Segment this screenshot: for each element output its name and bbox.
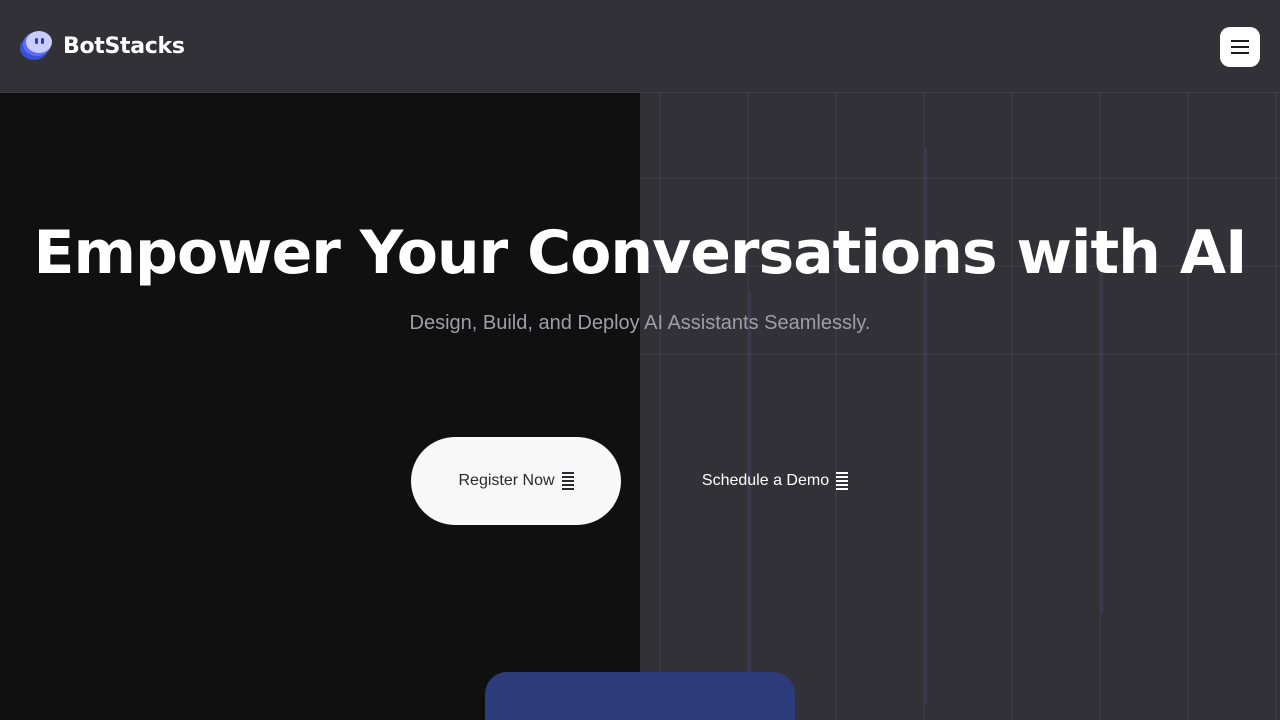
hero-subtitle: Design, Build, and Deploy AI Assistants … [409,312,871,334]
brand-name: BotStacks [63,33,185,59]
register-now-button[interactable]: Register Now [411,437,621,525]
register-now-label: Register Now [458,472,555,489]
hero-grid-background [640,93,1280,720]
brand-logo[interactable]: BotStacks [19,29,185,63]
schedule-demo-button[interactable]: Schedule a Demo [680,437,870,525]
menu-button[interactable] [1220,27,1260,67]
hamburger-menu-icon [1231,40,1249,54]
navbar: BotStacks [0,0,1280,93]
striped-bars-icon [561,472,574,490]
grid-pattern [640,93,1280,720]
hero-title: Empower Your Conversations with AI [33,218,1247,288]
hero-left-panel [0,93,640,720]
striped-bars-icon [836,472,849,490]
chat-bubble-logo-icon [20,31,52,60]
schedule-demo-label: Schedule a Demo [701,472,830,489]
product-preview-card [485,672,795,720]
